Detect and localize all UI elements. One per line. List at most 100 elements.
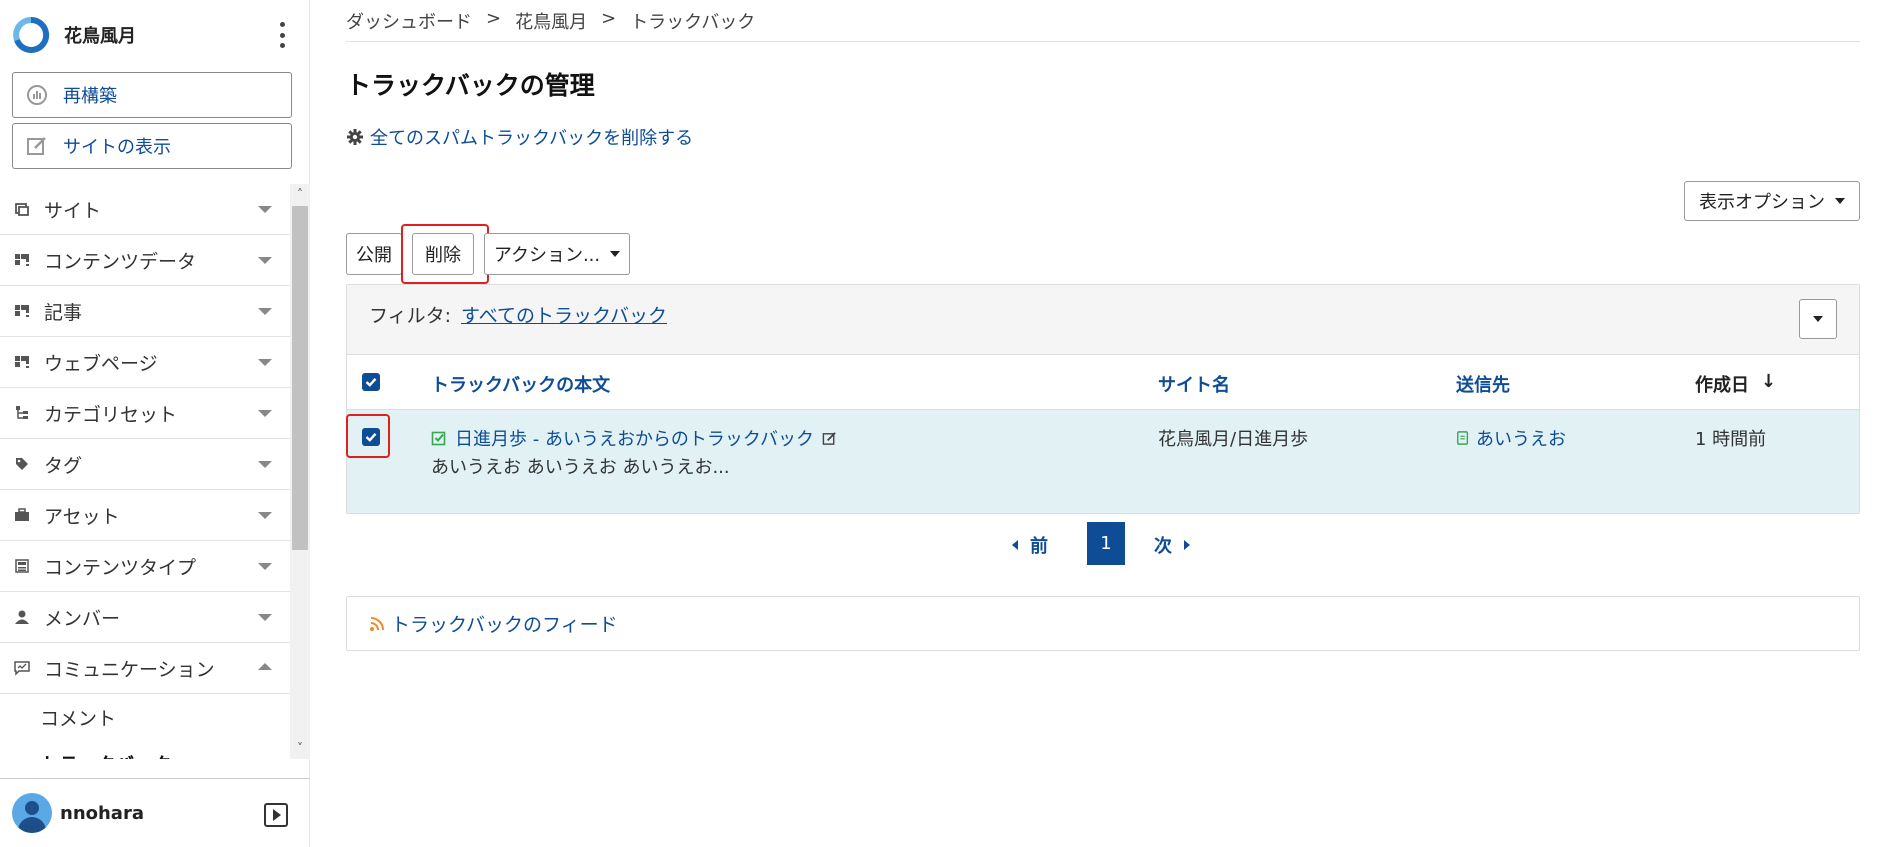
sidebar-item-label: コンテンツタイプ [44,556,197,579]
site-name-cell: 花鳥風月/日進月歩 [1158,429,1309,450]
more-actions-button[interactable]: アクション... [484,233,630,275]
user-name[interactable]: nnohara [60,803,144,824]
filter-toggle-button[interactable] [1799,299,1837,339]
sidebar-item-label: メンバー [44,607,121,630]
chevron-down-icon [258,461,272,468]
trackback-title-link[interactable]: 日進月歩 - あいうえおからのトラックバック [455,425,814,451]
sidebar: 花鳥風月 再構築 サイトの表示 サイト コンテンツデータ 記事 ウェブページ カ… [0,0,310,847]
delete-all-spam-link[interactable]: 全てのスパムトラックバックを削除する [346,124,693,150]
sidebar-item-label: コンテンツデータ [44,250,197,273]
prev-page-link[interactable]: 前 [1012,532,1048,558]
next-page-link[interactable]: 次 [1154,532,1190,558]
caret-down-icon [1835,198,1845,204]
webpage-icon [12,352,32,372]
kebab-menu-icon[interactable] [278,22,286,48]
current-page[interactable]: 1 [1087,522,1125,565]
sidebar-item-webpage[interactable]: ウェブページ [0,337,290,388]
sidebar-item-category-set[interactable]: カテゴリセット [0,388,290,439]
breadcrumb-separator: > [601,8,617,29]
breadcrumb-divider [346,41,1860,42]
view-site-button[interactable]: サイトの表示 [12,123,292,169]
breadcrumb-dashboard[interactable]: ダッシュボード [346,8,472,34]
table-header: トラックバックの本文 サイト名 送信先 作成日 ↓ [347,355,1859,410]
sidebar-item-asset[interactable]: アセット [0,490,290,541]
sidebar-subitem-comment[interactable]: コメント [0,694,290,740]
external-edit-icon [25,134,49,158]
trackback-list-panel: フィルタ: すべてのトラックバック トラックバックの本文 サイト名 送信先 作成… [346,284,1860,514]
avatar[interactable] [12,793,52,833]
page-icon [1457,431,1469,445]
caret-down-icon [1813,316,1823,322]
edit-icon[interactable] [822,431,837,446]
sidebar-item-label: 記事 [44,301,83,324]
rebuild-button[interactable]: 再構築 [12,72,292,118]
site-name: 花鳥風月 [64,26,136,47]
col-header-body[interactable]: トラックバックの本文 [431,371,610,397]
trackback-title-cell: 日進月歩 - あいうえおからのトラックバック [431,425,837,451]
chevron-up-icon [258,663,272,670]
sidebar-item-communication[interactable]: コミュニケーション [0,643,290,694]
chevron-down-icon [258,614,272,621]
member-icon [12,607,32,627]
sidebar-item-content-type[interactable]: コンテンツタイプ [0,541,290,592]
page-title: トラックバックの管理 [346,71,595,100]
sidebar-menu: サイト コンテンツデータ 記事 ウェブページ カテゴリセット タグ アセット コ… [0,184,290,759]
sidebar-item-member[interactable]: メンバー [0,592,290,643]
select-all-checkbox[interactable] [362,373,380,391]
table-row[interactable]: 日進月歩 - あいうえおからのトラックバック あいうえお あいうえお あいうえお… [347,410,1859,513]
sidebar-item-label: カテゴリセット [44,403,178,426]
created-cell: 1 時間前 [1695,429,1767,450]
caret-left-icon [1012,540,1018,550]
chevron-down-icon [258,206,272,213]
published-status-icon [431,431,446,446]
chevron-down-icon [258,308,272,315]
rebuild-label: 再構築 [63,86,117,107]
content-type-icon [12,556,32,576]
breadcrumb-site[interactable]: 花鳥風月 [515,8,587,34]
caret-right-icon [1184,540,1190,550]
pagination: 前 1 次 [346,522,1860,566]
sidebar-item-site[interactable]: サイト [0,184,290,235]
row-checkbox[interactable] [362,428,380,446]
sidebar-item-label: タグ [44,454,83,477]
target-link[interactable]: あいうえお [1476,425,1566,451]
publish-button[interactable]: 公開 [346,233,402,275]
caret-down-icon [610,251,621,257]
display-options-label: 表示オプション [1699,192,1825,213]
delete-all-spam-label: 全てのスパムトラックバックを削除する [370,128,694,149]
chevron-down-icon [258,563,272,570]
gear-icon [347,129,363,145]
feed-link[interactable]: トラックバックのフィード [391,610,618,637]
filter-value-link[interactable]: すべてのトラックバック [461,301,667,328]
sidebar-item-tag[interactable]: タグ [0,439,290,490]
sidebar-scrollbar-thumb[interactable] [292,206,308,550]
site-logo-icon [12,16,50,54]
col-header-site[interactable]: サイト名 [1158,371,1230,397]
breadcrumb-separator: > [486,8,502,29]
communication-icon [12,658,32,678]
scroll-up-icon[interactable]: ˄ [292,186,308,202]
sidebar-item-content-data[interactable]: コンテンツデータ [0,235,290,286]
sort-desc-icon[interactable]: ↓ [1761,371,1776,392]
sidebar-item-label: サイト [44,199,102,222]
filter-bar: フィルタ: すべてのトラックバック [347,285,1859,355]
chevron-down-icon [258,257,272,264]
sidebar-item-label: コミュニケーション [44,658,215,681]
sidebar-item-entry[interactable]: 記事 [0,286,290,337]
delete-button[interactable]: 削除 [412,233,474,275]
scroll-down-icon[interactable]: ˅ [292,740,308,756]
col-header-target[interactable]: 送信先 [1456,371,1510,397]
entry-icon [12,301,32,321]
rebuild-icon [25,83,49,107]
sidebar-item-label: ウェブページ [44,352,158,375]
col-header-created[interactable]: 作成日 [1695,371,1749,397]
tag-icon [12,454,32,474]
prev-page-label: 前 [1030,536,1048,557]
sidebar-subitem-trackback[interactable]: トラックバック [0,740,290,759]
sidebar-collapse-icon[interactable] [264,803,288,827]
more-actions-label: アクション... [493,245,601,266]
target-cell: あいうえお [1456,425,1566,451]
display-options-button[interactable]: 表示オプション [1684,181,1860,221]
main-content: ダッシュボード > 花鳥風月 > トラックバック トラックバックの管理 全てのス… [346,0,1860,847]
breadcrumb: ダッシュボード > 花鳥風月 > トラックバック [346,8,755,34]
